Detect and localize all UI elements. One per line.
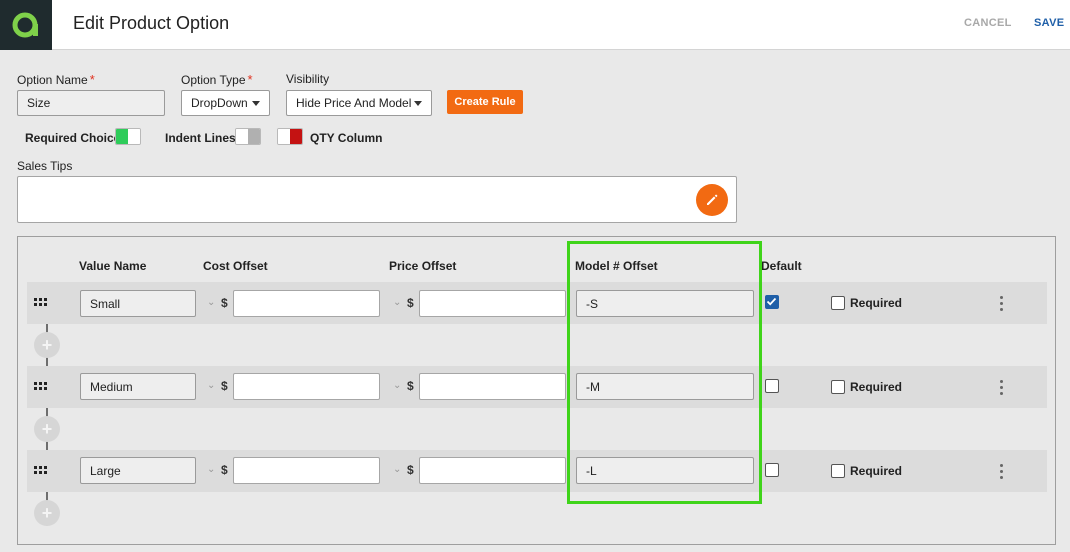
chevron-down-icon[interactable]: ⌄ (207, 297, 215, 308)
sales-tips-field[interactable] (17, 176, 737, 223)
caret-down-icon (252, 100, 260, 106)
toggle-on-half (116, 129, 128, 144)
chevron-down-icon[interactable]: ⌄ (393, 464, 401, 475)
model-offset-input[interactable] (576, 457, 754, 484)
more-options-icon[interactable] (1000, 296, 1004, 312)
app-logo[interactable] (0, 0, 52, 50)
app-header: Edit Product Option CANCEL SAVE (0, 0, 1070, 50)
required-checkbox[interactable] (831, 296, 845, 310)
drag-handle-icon[interactable] (34, 466, 48, 476)
add-value-button[interactable]: + (34, 500, 60, 526)
default-checkbox[interactable] (765, 379, 779, 393)
option-type-label-text: Option Type (181, 73, 246, 87)
qty-column-label: QTY Column (310, 131, 383, 145)
visibility-select[interactable]: Hide Price And Model (286, 90, 432, 116)
price-offset-header: Price Offset (389, 259, 457, 273)
indent-lines-label: Indent Lines (165, 131, 236, 145)
toggle-knob (236, 129, 248, 144)
option-name-label-text: Option Name (17, 73, 88, 87)
required-checkbox[interactable] (831, 380, 845, 394)
option-type-select[interactable]: DropDown (181, 90, 270, 116)
toggle-off-half (248, 129, 260, 144)
drag-handle-icon[interactable] (34, 298, 48, 308)
visibility-value: Hide Price And Model (296, 96, 412, 110)
chevron-down-icon[interactable]: ⌄ (207, 464, 215, 475)
cost-offset-header: Cost Offset (203, 259, 268, 273)
qty-column-toggle[interactable] (277, 128, 303, 145)
value-name-input[interactable] (80, 290, 196, 317)
required-mark: * (89, 72, 95, 87)
drag-handle-icon[interactable] (34, 382, 48, 392)
plus-icon: + (41, 502, 53, 523)
required-checkbox[interactable] (831, 464, 845, 478)
cancel-button[interactable]: CANCEL (964, 17, 1012, 29)
required-label: Required (850, 380, 903, 394)
currency-symbol: $ (407, 379, 414, 393)
required-choice-label: Required Choice (25, 131, 121, 145)
price-offset-input[interactable] (419, 457, 566, 484)
page-title: Edit Product Option (73, 13, 230, 33)
logo-icon (12, 12, 38, 38)
indent-lines-toggle[interactable] (235, 128, 261, 145)
chevron-down-icon[interactable]: ⌄ (207, 380, 215, 391)
toggle-knob (128, 129, 140, 144)
required-mark: * (247, 72, 253, 87)
cost-offset-input[interactable] (233, 373, 380, 400)
toggle-red-half (290, 129, 302, 144)
option-name-input[interactable] (17, 90, 165, 116)
option-name-label: Option Name * (17, 72, 95, 87)
model-offset-header: Model # Offset (575, 259, 658, 273)
cost-offset-input[interactable] (233, 290, 380, 317)
plus-icon: + (41, 334, 53, 355)
default-checkbox[interactable] (765, 295, 779, 309)
model-offset-input[interactable] (576, 290, 754, 317)
model-offset-input[interactable] (576, 373, 754, 400)
cost-offset-input[interactable] (233, 457, 380, 484)
value-name-header: Value Name (79, 259, 147, 273)
value-name-input[interactable] (80, 457, 196, 484)
currency-symbol: $ (407, 463, 414, 477)
pencil-icon (707, 194, 718, 205)
create-rule-button[interactable]: Create Rule (447, 90, 523, 114)
add-value-button[interactable]: + (34, 416, 60, 442)
currency-symbol: $ (407, 296, 414, 310)
add-value-button[interactable]: + (34, 332, 60, 358)
required-label: Required (850, 464, 903, 478)
check-icon (766, 297, 777, 306)
currency-symbol: $ (221, 463, 228, 477)
more-options-icon[interactable] (1000, 380, 1004, 396)
price-offset-input[interactable] (419, 373, 566, 400)
chevron-down-icon[interactable]: ⌄ (393, 380, 401, 391)
chevron-down-icon[interactable]: ⌄ (393, 297, 401, 308)
visibility-label: Visibility (286, 72, 330, 86)
currency-symbol: $ (221, 296, 228, 310)
caret-down-icon (414, 100, 422, 106)
sales-tips-label: Sales Tips (17, 159, 73, 173)
currency-symbol: $ (221, 379, 228, 393)
edit-sales-tips-button[interactable] (696, 184, 728, 216)
option-type-label: Option Type * (181, 72, 253, 87)
required-choice-toggle[interactable] (115, 128, 141, 145)
default-header: Default (761, 259, 802, 273)
value-name-input[interactable] (80, 373, 196, 400)
option-type-value: DropDown (191, 96, 248, 110)
default-checkbox[interactable] (765, 463, 779, 477)
plus-icon: + (41, 418, 53, 439)
more-options-icon[interactable] (1000, 464, 1004, 480)
required-label: Required (850, 296, 903, 310)
toggle-knob (278, 129, 290, 144)
save-button[interactable]: SAVE (1034, 17, 1064, 29)
price-offset-input[interactable] (419, 290, 566, 317)
